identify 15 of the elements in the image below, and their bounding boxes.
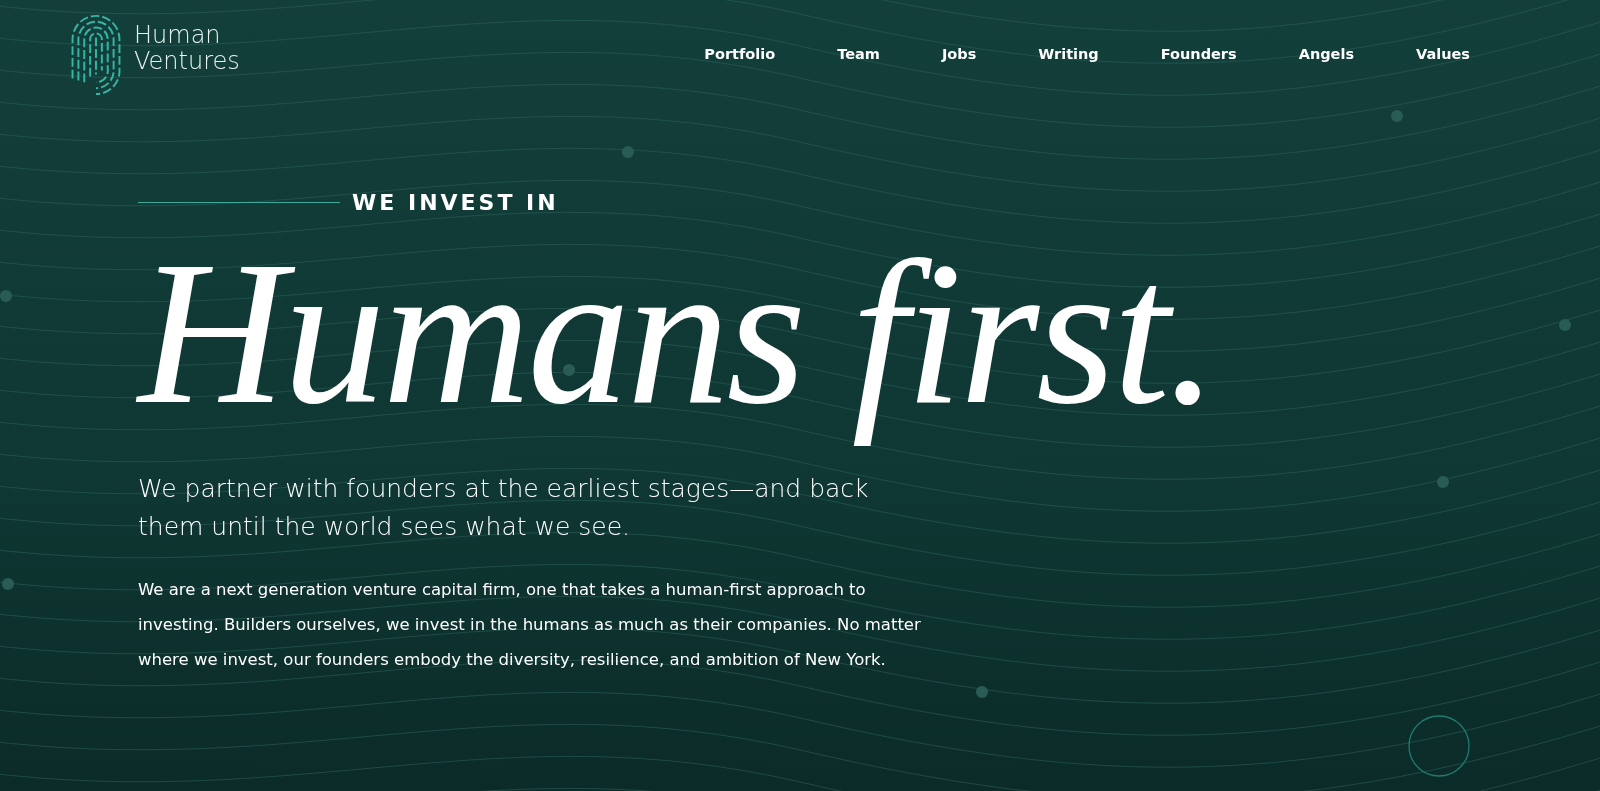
- body-text: We are a next generation venture capital firm, one that takes a human-first approach to investing. Builders ourselves, we invest in the humans as much as their companies. No matter where we invest, our founders embody the diversity, resilience, and ambition of New York.: [138, 579, 922, 671]
- logo-text: Ventures: [134, 48, 240, 74]
- ring-icon: [1408, 715, 1470, 777]
- subheadline: We partner with founders at the earliest stages—and back them until the world sees what we see.: [138, 473, 870, 543]
- nav-link[interactable]: Team: [837, 46, 880, 62]
- nav-link[interactable]: Values: [1416, 46, 1470, 62]
- headline: Humans first.: [135, 218, 1217, 448]
- eyebrow-text: WE INVEST IN: [352, 190, 559, 215]
- nav-link[interactable]: Jobs: [941, 46, 977, 62]
- logo[interactable]: Human Ventures: [66, 10, 240, 98]
- nav-link[interactable]: Founders: [1160, 46, 1237, 62]
- nav-link[interactable]: Portfolio: [704, 46, 776, 62]
- nav-link[interactable]: Writing: [1038, 46, 1099, 62]
- logo-text: Human: [134, 22, 222, 48]
- nav-link[interactable]: Angels: [1298, 46, 1354, 62]
